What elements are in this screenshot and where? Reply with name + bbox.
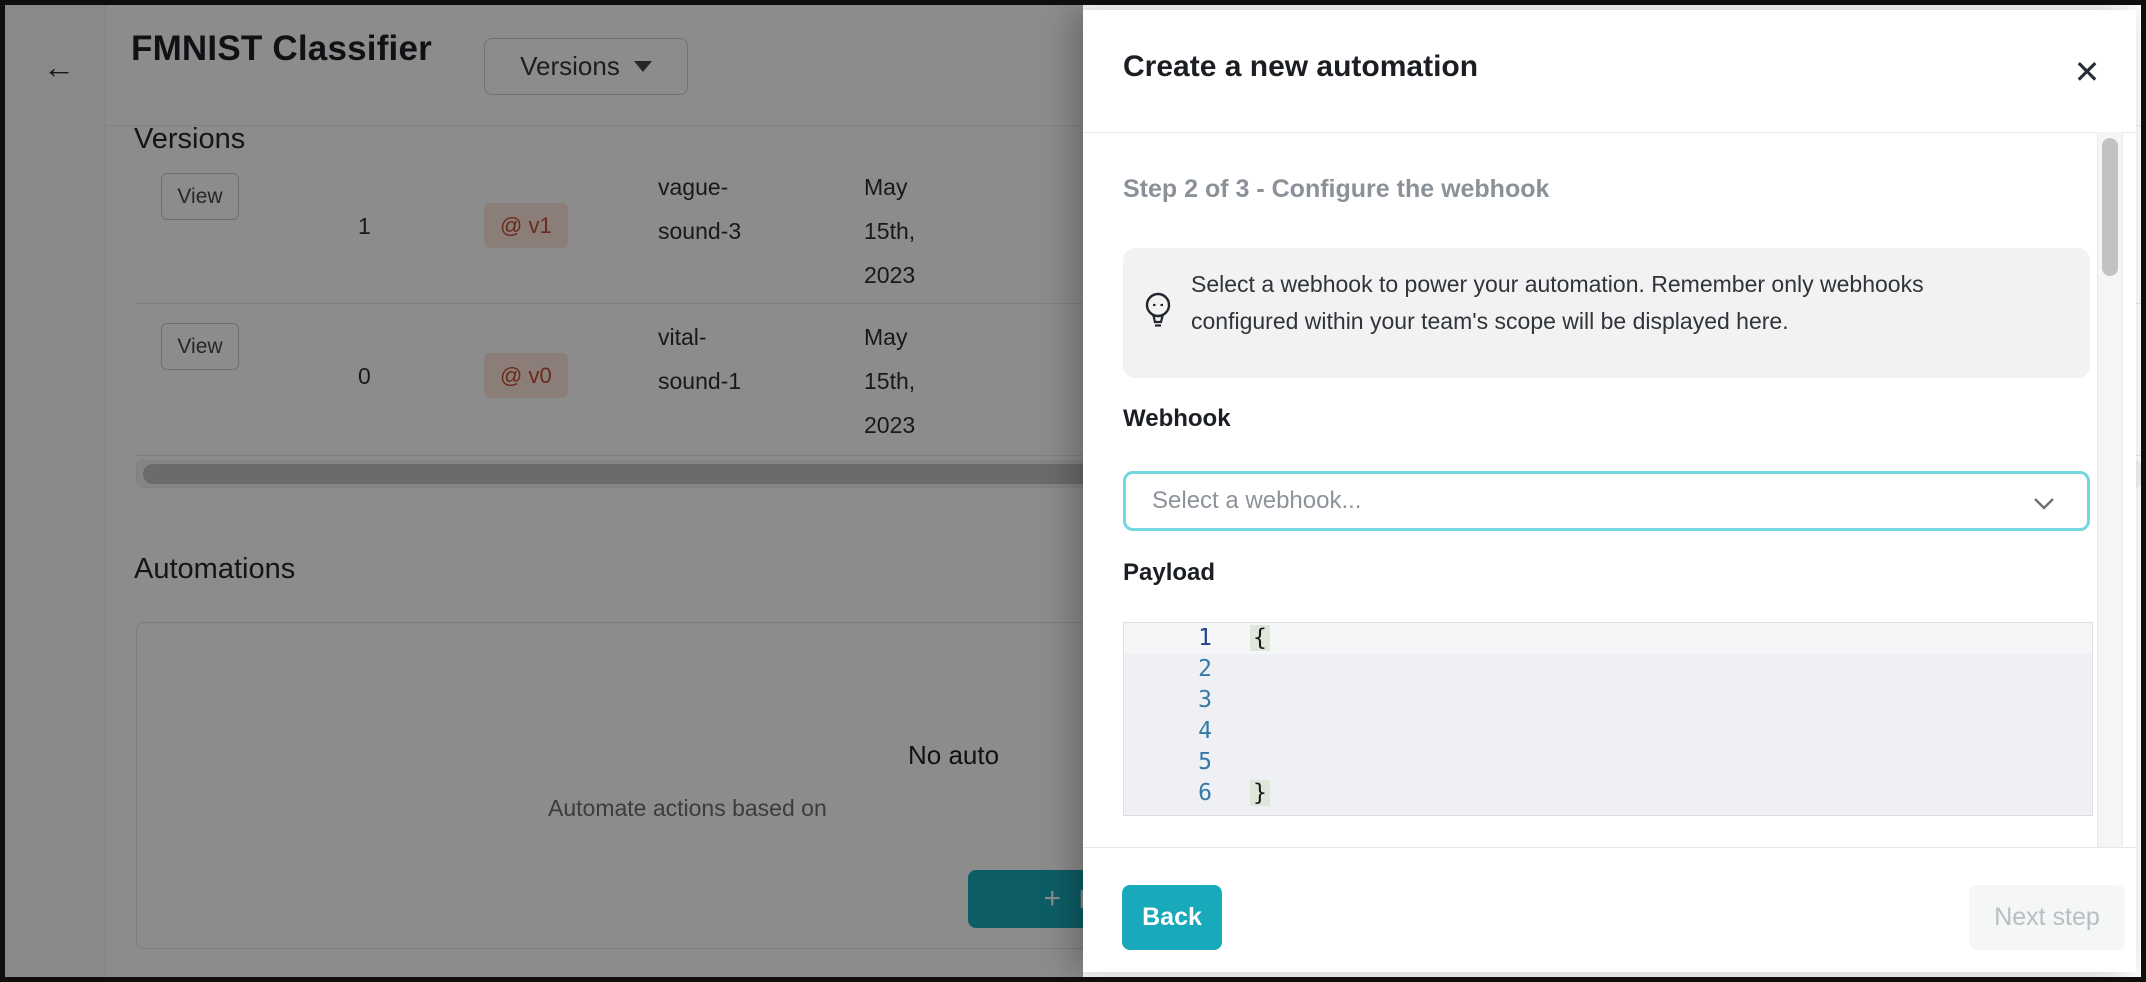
line-number: 3 — [1124, 685, 1222, 716]
step-heading: Step 2 of 3 - Configure the webhook — [1123, 175, 1549, 204]
webhook-label: Webhook — [1123, 405, 1231, 433]
lightbulb-icon — [1141, 290, 1175, 337]
modal-title: Create a new automation — [1123, 50, 1478, 84]
line-number: 6 — [1124, 778, 1222, 809]
webhook-select-placeholder: Select a webhook... — [1152, 487, 1361, 515]
modal-footer-divider — [1083, 847, 2136, 848]
line-code — [1222, 654, 1250, 685]
editor-line[interactable]: 2 — [1124, 654, 2092, 685]
editor-line[interactable]: 4 — [1124, 716, 2092, 747]
modal-scrollbar-track[interactable] — [2097, 132, 2123, 847]
editor-line[interactable]: 1{ — [1124, 623, 2092, 654]
screen: ← FMNIST Classifier Versions Versions Vi… — [0, 0, 2146, 982]
modal-header-divider — [1083, 132, 2136, 133]
modal-overlay[interactable] — [5, 5, 1083, 982]
line-code — [1222, 747, 1250, 778]
payload-label: Payload — [1123, 559, 1215, 587]
line-code — [1222, 685, 1250, 716]
line-code: { — [1222, 623, 1270, 654]
line-code: } — [1222, 778, 1270, 809]
create-automation-modal: Create a new automation ✕ Step 2 of 3 - … — [1083, 10, 2136, 972]
line-code — [1222, 716, 1250, 747]
next-step-button[interactable]: Next step — [1969, 885, 2125, 950]
editor-line[interactable]: 5 — [1124, 747, 2092, 778]
line-number: 1 — [1124, 623, 1222, 654]
webhook-select[interactable]: Select a webhook... — [1123, 471, 2090, 531]
line-number: 2 — [1124, 654, 1222, 685]
info-callout-text: Select a webhook to power your automatio… — [1191, 266, 1924, 340]
close-icon[interactable]: ✕ — [2061, 46, 2113, 98]
line-number: 4 — [1124, 716, 1222, 747]
back-button[interactable]: Back — [1122, 885, 1222, 950]
chevron-down-icon — [2029, 492, 2059, 519]
editor-line[interactable]: 3 — [1124, 685, 2092, 716]
payload-code-editor[interactable]: 1{23456} — [1123, 622, 2093, 816]
line-number: 5 — [1124, 747, 1222, 778]
editor-line[interactable]: 6} — [1124, 778, 2092, 809]
modal-scrollbar-thumb[interactable] — [2102, 138, 2118, 276]
